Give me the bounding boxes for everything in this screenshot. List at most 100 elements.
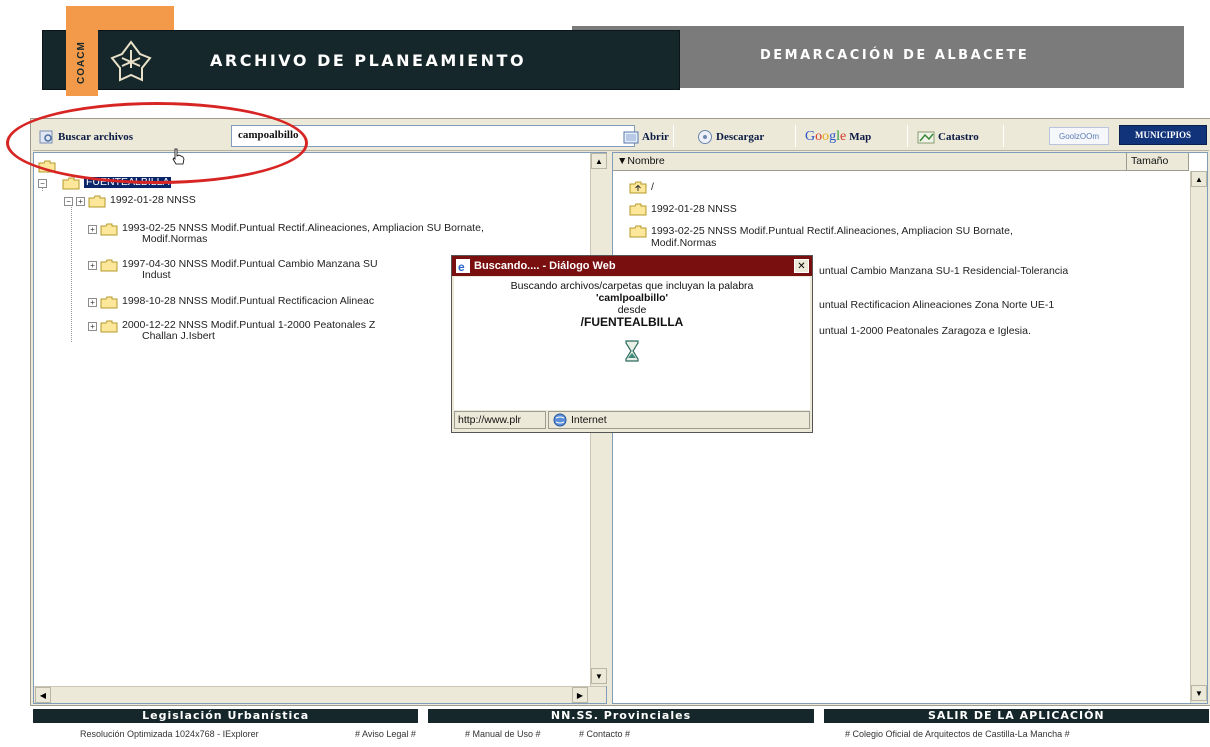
coach-text: COACM bbox=[76, 41, 87, 85]
dialog-title: Buscando.... - Diálogo Web bbox=[474, 260, 616, 272]
file-row-label: untual Rectificacion Alineaciones Zona N… bbox=[819, 299, 1055, 311]
file-row-label: untual 1-2000 Peatonales Zaragoza e Igle… bbox=[819, 325, 1031, 337]
file-row[interactable]: untual Rectificacion Alineaciones Zona N… bbox=[819, 299, 1054, 311]
search-dialog: e Buscando.... - Diálogo Web ✕ Buscando … bbox=[451, 255, 813, 433]
file-row-label-cont: Modif.Normas bbox=[651, 237, 717, 249]
aviso-legal-link[interactable]: # Aviso Legal # bbox=[355, 729, 416, 739]
coacm-logo-icon bbox=[110, 40, 152, 82]
tree-item-label-cont: Modif.Normas bbox=[142, 233, 208, 245]
dialog-title-bar[interactable]: e Buscando.... - Diálogo Web ✕ bbox=[452, 256, 812, 276]
resolution-note: Resolución Optimizada 1024x768 - IExplor… bbox=[80, 729, 259, 739]
hand-cursor-icon bbox=[172, 148, 185, 165]
exit-app-link[interactable]: SALIR DE LA APLICACIÓN bbox=[823, 709, 1209, 723]
catastro-label: Catastro bbox=[938, 131, 979, 143]
file-row[interactable]: untual Cambio Manzana SU-1 Residencial-T… bbox=[819, 265, 1068, 277]
tree-item-label-cont: Indust bbox=[142, 269, 171, 281]
tree-item[interactable]: − + 1992-01-28 NNSS bbox=[64, 195, 196, 208]
toolbar-separator bbox=[673, 125, 674, 147]
municipios-button[interactable]: MUNICIPIOS bbox=[1119, 125, 1207, 145]
goolzoom-button[interactable]: GoolzOOm bbox=[1049, 127, 1109, 145]
expand-icon[interactable]: + bbox=[88, 298, 97, 307]
contacto-link[interactable]: # Contacto # bbox=[579, 729, 630, 739]
ie-icon: e bbox=[456, 259, 470, 273]
expand-icon[interactable]: + bbox=[88, 225, 97, 234]
tree-item-label-cont: Challan J.Isbert bbox=[142, 330, 215, 342]
legislacion-link[interactable]: Legislación Urbanística bbox=[33, 709, 419, 723]
file-row-label: 1993-02-25 NNSS Modif.Puntual Rectif.Ali… bbox=[651, 225, 1013, 237]
download-button[interactable]: Descargar bbox=[697, 126, 764, 148]
toolbar-separator bbox=[907, 125, 908, 147]
folder-icon bbox=[100, 296, 118, 309]
colegio-link[interactable]: # Colegio Oficial de Arquitectos de Cast… bbox=[845, 729, 1070, 739]
folder-icon bbox=[100, 320, 118, 333]
google-map-button[interactable]: Google Map bbox=[805, 126, 871, 148]
google-map-label: Map bbox=[849, 131, 872, 143]
demarcation-title: DEMARCACIÓN DE ALBACETE bbox=[760, 48, 1030, 63]
file-row[interactable]: untual 1-2000 Peatonales Zaragoza e Igle… bbox=[819, 325, 1031, 337]
status-zone: Internet bbox=[548, 411, 810, 429]
file-row-label: 1992-01-28 NNSS bbox=[651, 203, 737, 215]
tree-item[interactable]: + 1993-02-25 NNSS Modif.Puntual Rectif.A… bbox=[88, 223, 484, 245]
highlight-ellipse bbox=[6, 102, 308, 184]
toolbar-separator bbox=[795, 125, 796, 147]
app-title: ARCHIVO DE PLANEAMIENTO bbox=[210, 51, 527, 70]
folder-icon bbox=[100, 259, 118, 272]
expand-icon[interactable]: + bbox=[76, 197, 85, 206]
column-header-size[interactable]: Tamaño bbox=[1127, 153, 1189, 171]
download-label: Descargar bbox=[716, 131, 765, 143]
column-header-name-label: Nombre bbox=[627, 155, 665, 167]
collapse-icon[interactable]: − bbox=[64, 197, 73, 206]
toolbar-separator bbox=[1003, 125, 1004, 147]
tree-item[interactable]: + 2000-12-22 NNSS Modif.Puntual 1-2000 P… bbox=[88, 320, 375, 342]
scroll-right-icon[interactable]: ▶ bbox=[572, 687, 588, 703]
folder-icon bbox=[629, 203, 647, 216]
tree-item-label: 1992-01-28 NNSS bbox=[110, 194, 196, 206]
collapse-icon[interactable]: − bbox=[38, 179, 47, 188]
file-row-label: untual Cambio Manzana SU-1 Residencial-T… bbox=[819, 265, 1069, 277]
scroll-left-icon[interactable]: ◀ bbox=[35, 687, 51, 703]
folder-icon bbox=[100, 223, 118, 236]
scroll-up-icon[interactable]: ▲ bbox=[1191, 171, 1207, 187]
tree-item[interactable]: + 1997-04-30 NNSS Modif.Puntual Cambio M… bbox=[88, 259, 378, 281]
folder-icon bbox=[88, 195, 106, 208]
catastro-icon bbox=[917, 131, 935, 144]
catastro-button[interactable]: Catastro bbox=[917, 126, 979, 148]
hourglass-icon bbox=[625, 340, 639, 362]
dialog-status-bar: http://www.plr Internet bbox=[454, 411, 810, 431]
sort-arrow-icon: ▼ bbox=[617, 155, 628, 167]
file-row[interactable]: 1992-01-28 NNSS bbox=[629, 203, 737, 216]
dialog-path: /FUENTEALBILLA bbox=[580, 315, 684, 329]
open-icon bbox=[623, 131, 639, 144]
open-button[interactable]: Abrir bbox=[623, 126, 669, 148]
dialog-body: Buscando archivos/carpetas que incluyan … bbox=[454, 277, 810, 410]
nnss-provinciales-link[interactable]: NN.SS. Provinciales bbox=[428, 709, 814, 723]
left-horizontal-scrollbar[interactable]: ◀ ▶ bbox=[34, 686, 606, 703]
tree-item[interactable]: + 1998-10-28 NNSS Modif.Puntual Rectific… bbox=[88, 296, 374, 309]
dialog-message: Buscando archivos/carpetas que incluyan … bbox=[510, 280, 754, 292]
scroll-down-icon[interactable]: ▼ bbox=[1191, 685, 1207, 701]
footer-links: Resolución Optimizada 1024x768 - IExplor… bbox=[33, 727, 1209, 743]
scroll-up-icon[interactable]: ▲ bbox=[591, 153, 607, 169]
column-header-name[interactable]: ▼Nombre bbox=[613, 153, 1127, 171]
file-row-label: / bbox=[651, 181, 654, 193]
status-url: http://www.plr bbox=[454, 411, 546, 429]
expand-icon[interactable]: + bbox=[88, 261, 97, 270]
footer-nav: Legislación Urbanística NN.SS. Provincia… bbox=[33, 709, 1209, 723]
file-row[interactable]: 1993-02-25 NNSS Modif.Puntual Rectif.Ali… bbox=[629, 225, 1013, 249]
status-zone-label: Internet bbox=[571, 414, 607, 426]
right-vertical-scrollbar[interactable]: ▲ ▼ bbox=[1190, 171, 1207, 703]
dialog-search-term: 'camlpoalbillo' bbox=[595, 292, 669, 304]
folder-open-icon bbox=[62, 177, 80, 190]
close-icon[interactable]: ✕ bbox=[794, 259, 809, 273]
tree-item-label: 1998-10-28 NNSS Modif.Puntual Rectificac… bbox=[122, 295, 375, 307]
manual-link[interactable]: # Manual de Uso # bbox=[465, 729, 541, 739]
file-row-parent[interactable]: / bbox=[629, 181, 654, 194]
download-icon bbox=[698, 130, 712, 144]
globe-icon bbox=[553, 413, 567, 427]
open-label: Abrir bbox=[642, 131, 669, 143]
svg-text:e: e bbox=[458, 260, 465, 273]
folder-up-icon bbox=[629, 181, 647, 194]
expand-icon[interactable]: + bbox=[88, 322, 97, 331]
orange-accent-tab bbox=[66, 6, 174, 30]
scroll-down-icon[interactable]: ▼ bbox=[591, 668, 607, 684]
